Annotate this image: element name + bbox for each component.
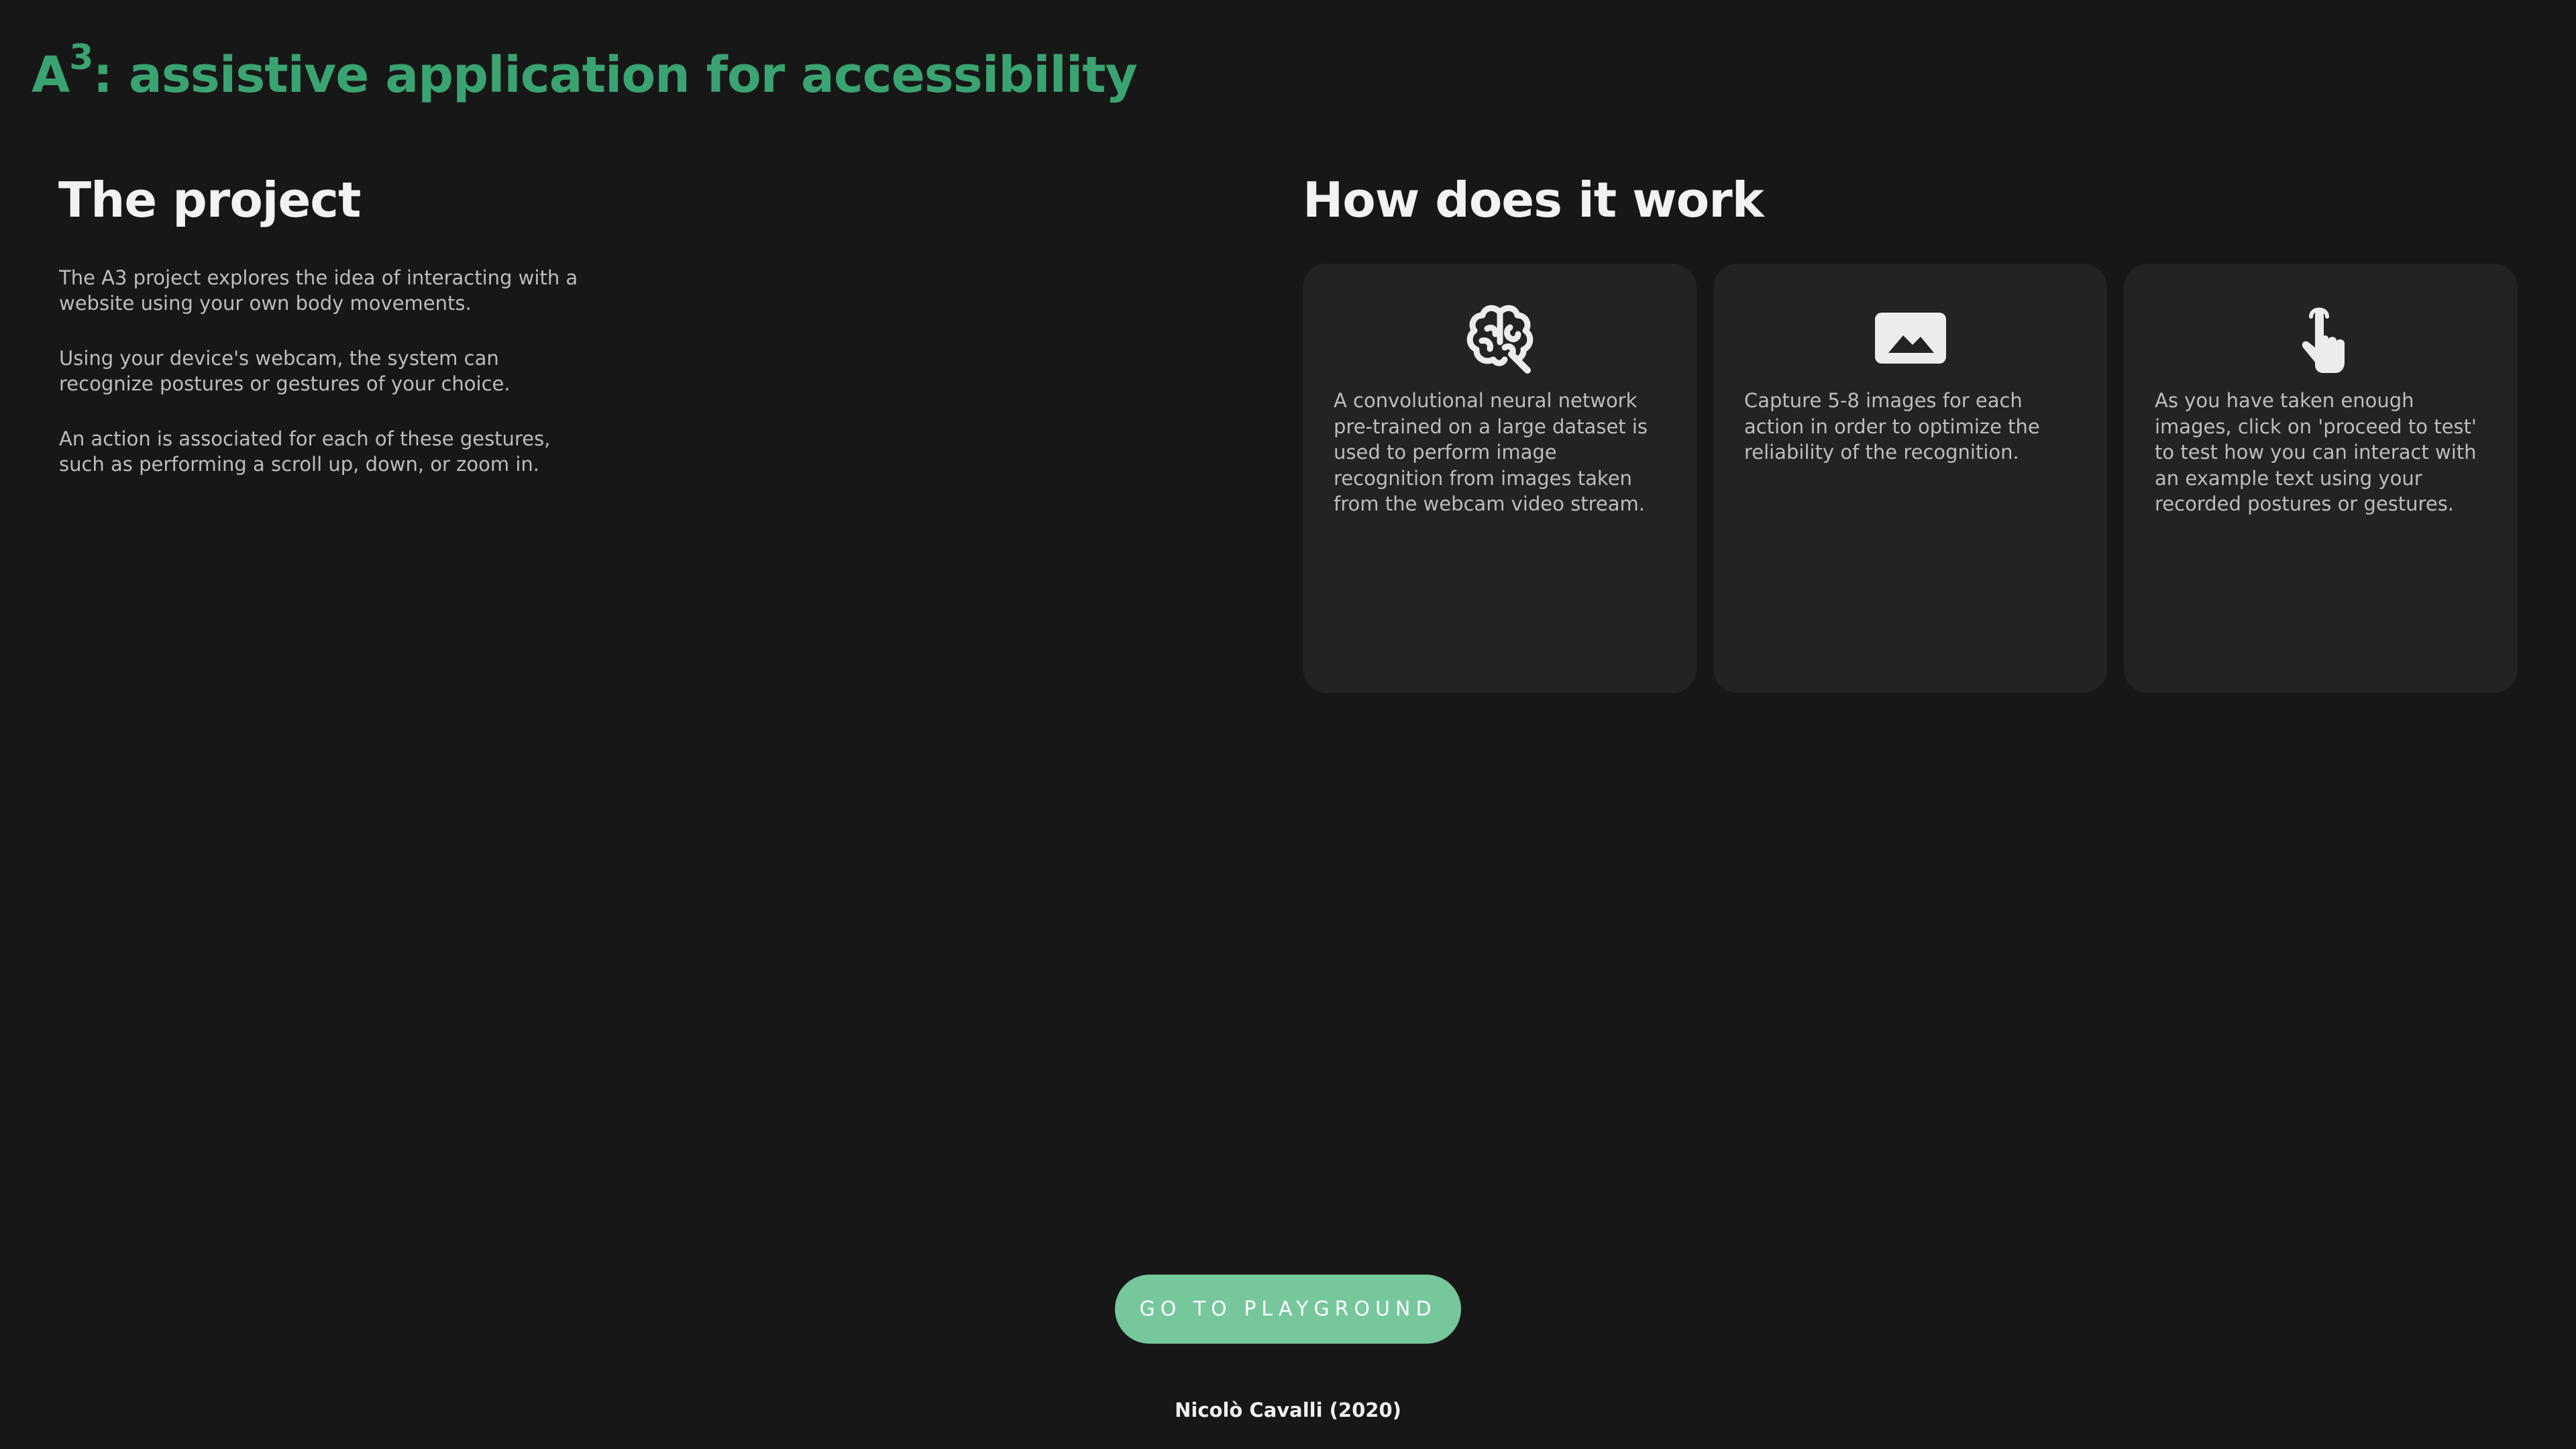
project-section-title: The project — [58, 172, 361, 228]
title-prefix: A — [32, 46, 70, 104]
card-capture-images: Capture 5-8 images for each action in or… — [1713, 264, 2107, 693]
card-text: Capture 5-8 images for each action in or… — [1744, 389, 2040, 464]
pointer-hand-icon — [2284, 301, 2358, 374]
go-to-playground-button[interactable]: GO TO PLAYGROUND — [1115, 1275, 1461, 1344]
how-section-title: How does it work — [1303, 172, 1764, 228]
project-paragraph: Using your device's webcam, the system c… — [59, 347, 511, 395]
card-text: A convolutional neural network pre-train… — [1334, 389, 1648, 515]
card-text: As you have taken enough images, click o… — [2155, 389, 2477, 515]
title-rest: : assistive application for accessibilit… — [93, 46, 1137, 104]
project-paragraph: An action is associated for each of thes… — [59, 427, 551, 476]
card-proceed-test: As you have taken enough images, click o… — [2124, 264, 2518, 693]
footer-credit: Nicolò Cavalli (2020) — [1175, 1399, 1401, 1421]
project-paragraph: The A3 project explores the idea of inte… — [59, 266, 578, 315]
title-superscript: 3 — [69, 38, 93, 78]
brain-icon — [1463, 301, 1537, 374]
image-icon — [1874, 301, 1947, 374]
how-cards: A convolutional neural network pre-train… — [1303, 264, 2518, 693]
project-description: The A3 project explores the idea of inte… — [59, 265, 596, 506]
app-title: A3: assistive application for accessibil… — [32, 35, 1138, 115]
page: A3: assistive application for accessibil… — [0, 0, 2576, 1449]
card-neural-network: A convolutional neural network pre-train… — [1303, 264, 1697, 693]
